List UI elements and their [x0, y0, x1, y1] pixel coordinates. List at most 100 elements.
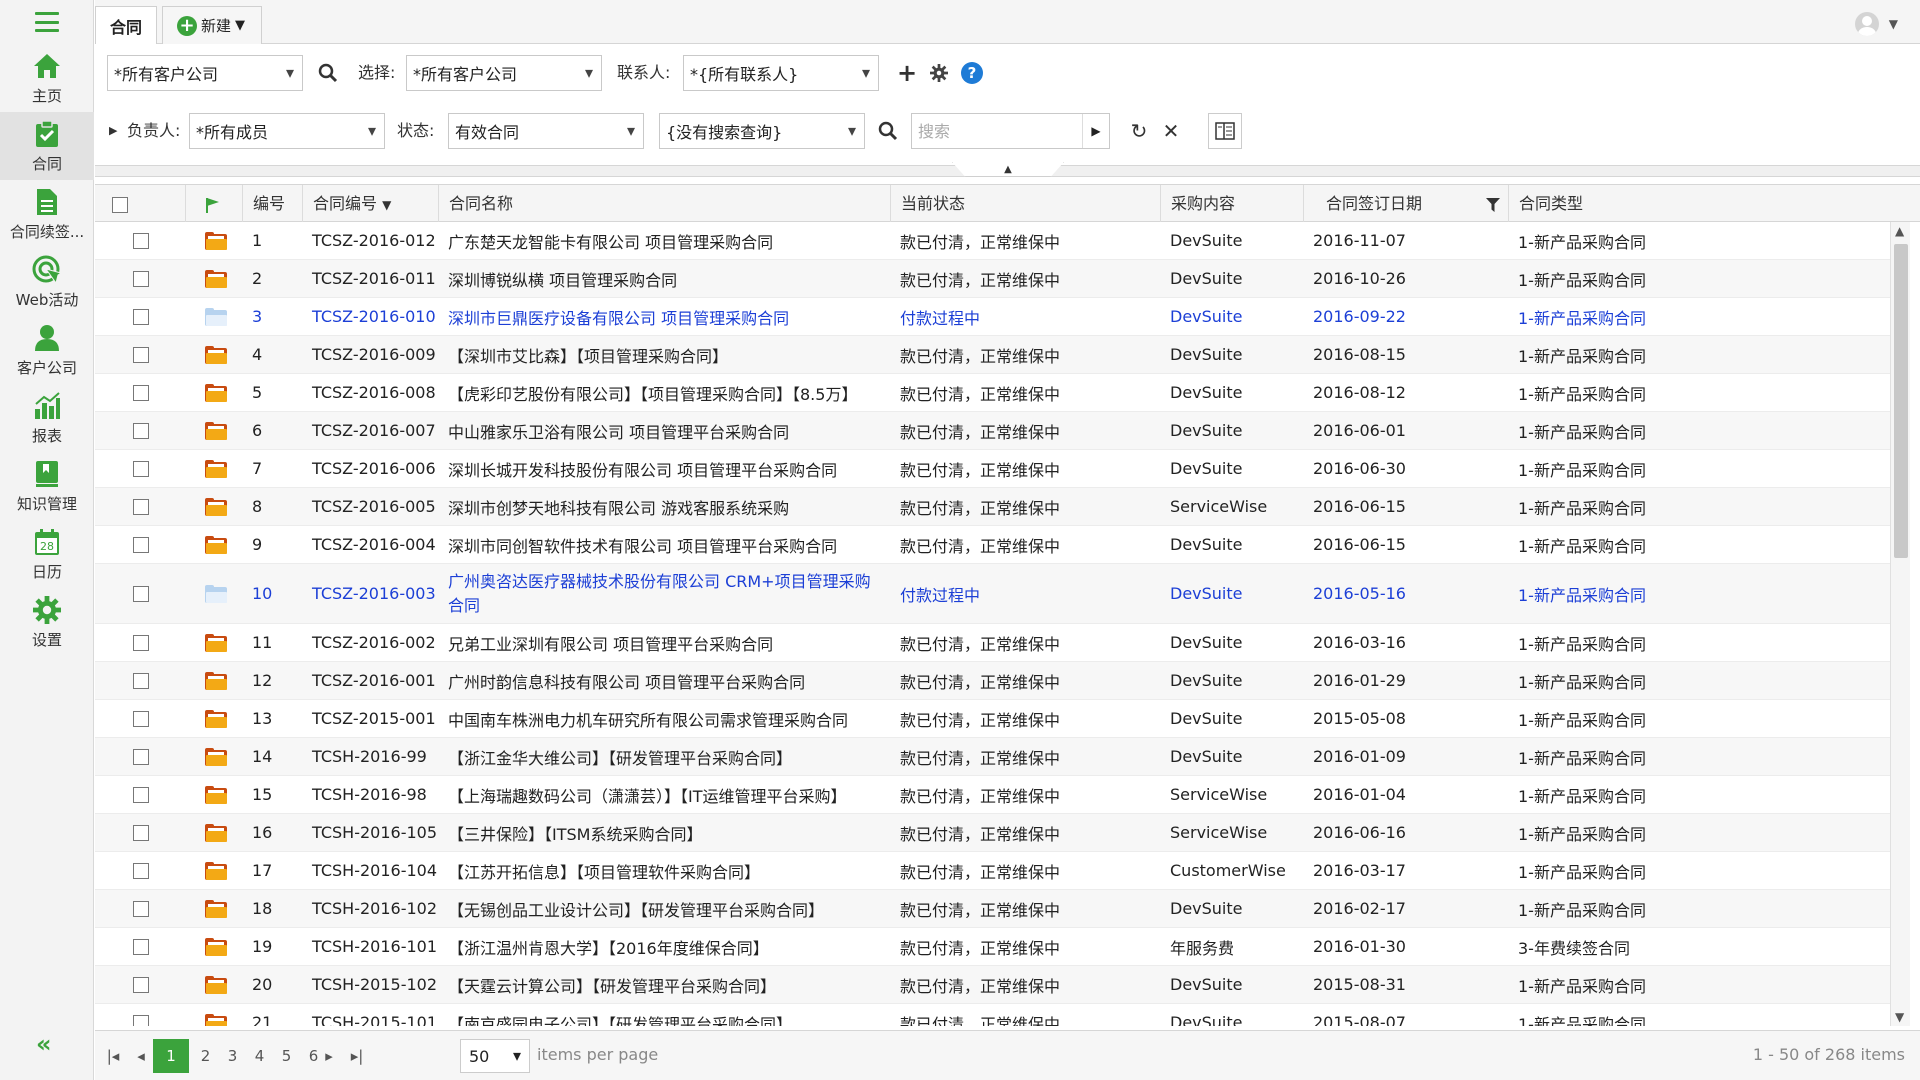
cell-name[interactable]: 【三井保险】【ITSM系统采购合同】: [438, 814, 890, 851]
folder-icon[interactable]: [205, 975, 227, 994]
collapse-filters-handle[interactable]: ▲: [952, 162, 1064, 177]
clear-icon[interactable]: ✕: [1156, 113, 1186, 149]
cell-name[interactable]: 深圳市创梦天地科技有限公司 游戏客服系统采购: [438, 488, 890, 525]
cell-name[interactable]: 深圳市同创智软件技术有限公司 项目管理平台采购合同: [438, 526, 890, 563]
folder-icon[interactable]: [205, 937, 227, 956]
add-icon[interactable]: +: [892, 55, 922, 91]
cell-code[interactable]: TCSZ-2016-010: [302, 298, 438, 335]
cell-name[interactable]: 【上海瑞趣数码公司（潇潇芸）】【IT运维管理平台采购】: [438, 776, 890, 813]
cell-name[interactable]: 【天霆云计算公司】【研发管理平台采购合同】: [438, 966, 890, 1003]
scroll-down-icon[interactable]: ▼: [1895, 1010, 1904, 1024]
page-button[interactable]: 4: [246, 1039, 273, 1073]
cell-code[interactable]: TCSZ-2016-006: [302, 450, 438, 487]
scrollbar-thumb[interactable]: [1894, 244, 1908, 558]
row-checkbox[interactable]: [133, 585, 149, 602]
folder-icon[interactable]: [205, 584, 227, 603]
table-row[interactable]: 11 TCSZ-2016-002 兄弟工业深圳有限公司 项目管理平台采购合同 款已付清…: [95, 624, 1890, 662]
row-checkbox[interactable]: [133, 900, 149, 917]
cell-code[interactable]: TCSZ-2016-011: [302, 260, 438, 297]
vertical-scrollbar[interactable]: ▲ ▼: [1890, 222, 1910, 1026]
cell-name[interactable]: 【浙江温州肯恩大学】【2016年度维保合同】: [438, 928, 890, 965]
folder-icon[interactable]: [205, 345, 227, 364]
row-checkbox[interactable]: [133, 824, 149, 841]
table-row[interactable]: 9 TCSZ-2016-004 深圳市同创智软件技术有限公司 项目管理平台采购合同款…: [95, 526, 1890, 564]
cell-code[interactable]: TCSZ-2016-005: [302, 488, 438, 525]
cell-code[interactable]: TCSH-2016-101: [302, 928, 438, 965]
row-checkbox[interactable]: [133, 536, 149, 553]
cell-name[interactable]: 【江苏开拓信息】【项目管理软件采购合同】: [438, 852, 890, 889]
column-date[interactable]: 合同签订日期: [1303, 185, 1508, 222]
play-icon[interactable]: ▶: [1082, 114, 1109, 148]
status-select[interactable]: 有效合同: [448, 113, 644, 149]
cell-name[interactable]: 【浙江金华大维公司】【研发管理平台采购合同】: [438, 738, 890, 775]
folder-icon[interactable]: [205, 459, 227, 478]
folder-icon[interactable]: [205, 1013, 227, 1026]
row-checkbox[interactable]: [133, 862, 149, 879]
cell-name[interactable]: 兄弟工业深圳有限公司 项目管理平台采购合同: [438, 624, 890, 661]
cell-code[interactable]: TCSZ-2016-008: [302, 374, 438, 411]
table-row[interactable]: 3 TCSZ-2016-010 深圳市巨鼎医疗设备有限公司 项目管理采购合同 付款过程…: [95, 298, 1890, 336]
row-checkbox[interactable]: [133, 938, 149, 955]
folder-icon[interactable]: [205, 709, 227, 728]
select-dropdown[interactable]: *所有客户公司: [406, 55, 602, 91]
table-row[interactable]: 5 TCSZ-2016-008 【虎彩印艺股份有限公司】【项目管理采购合同】【8.5…: [95, 374, 1890, 412]
cell-name[interactable]: 深圳博锐纵横 项目管理采购合同: [438, 260, 890, 297]
folder-icon[interactable]: [205, 785, 227, 804]
sidebar-item-2[interactable]: 合同续签...: [0, 180, 94, 248]
row-checkbox[interactable]: [133, 976, 149, 993]
table-row[interactable]: 1 TCSZ-2016-012 广东楚天龙智能卡有限公司 项目管理采购合同 款已付清，…: [95, 222, 1890, 260]
table-row[interactable]: 20 TCSH-2015-102 【天霆云计算公司】【研发管理平台采购合同】 款已付清…: [95, 966, 1890, 1004]
row-checkbox[interactable]: [133, 1014, 149, 1026]
column-code[interactable]: 合同编号 ▼: [302, 185, 438, 222]
cell-name[interactable]: 【南京盛园电子公司】【研发管理平台采购合同】: [438, 1004, 890, 1027]
folder-icon[interactable]: [205, 671, 227, 690]
cell-name[interactable]: 【无锡创品工业设计公司】【研发管理平台采购合同】: [438, 890, 890, 927]
table-row[interactable]: 21 TCSH-2015-101 【南京盛园电子公司】【研发管理平台采购合同】 款已付…: [95, 1004, 1890, 1026]
page-button[interactable]: 1: [153, 1039, 189, 1073]
folder-icon[interactable]: [205, 497, 227, 516]
cell-code[interactable]: TCSH-2016-98: [302, 776, 438, 813]
sidebar-item-3[interactable]: Web活动: [0, 248, 94, 316]
last-page-button[interactable]: ▸|: [341, 1039, 373, 1073]
page-button[interactable]: 2: [192, 1039, 219, 1073]
search-icon[interactable]: [313, 55, 343, 91]
scroll-up-icon[interactable]: ▲: [1895, 224, 1904, 238]
row-checkbox[interactable]: [133, 384, 149, 401]
cell-code[interactable]: TCSZ-2016-012: [302, 222, 438, 259]
search-input[interactable]: [912, 114, 1082, 148]
cell-name[interactable]: 【深圳市艾比森】【项目管理采购合同】: [438, 336, 890, 373]
folder-icon[interactable]: [205, 307, 227, 326]
cell-code[interactable]: TCSH-2016-99: [302, 738, 438, 775]
select-all-checkbox-cell[interactable]: [95, 185, 185, 222]
cell-name[interactable]: 中山雅家乐卫浴有限公司 项目管理平台采购合同: [438, 412, 890, 449]
cell-code[interactable]: TCSZ-2016-003: [302, 564, 438, 623]
sidebar-item-0[interactable]: 主页: [0, 44, 94, 112]
table-row[interactable]: 12 TCSZ-2016-001 广州时韵信息科技有限公司 项目管理平台采购合同 款已…: [95, 662, 1890, 700]
cell-code[interactable]: TCSZ-2016-009: [302, 336, 438, 373]
cell-code[interactable]: TCSZ-2016-004: [302, 526, 438, 563]
company-select[interactable]: *所有客户公司: [107, 55, 303, 91]
cell-code[interactable]: TCSH-2015-102: [302, 966, 438, 1003]
contact-select[interactable]: *{所有联系人}: [683, 55, 879, 91]
table-row[interactable]: 10 TCSZ-2016-003 广州奥咨达医疗器械技术股份有限公司 CRM+项目管…: [95, 564, 1890, 624]
flag-column-header[interactable]: [185, 185, 242, 222]
row-checkbox[interactable]: [133, 460, 149, 477]
expand-triangle-icon[interactable]: ▶: [109, 113, 117, 149]
row-checkbox[interactable]: [133, 270, 149, 287]
table-row[interactable]: 8 TCSZ-2016-005 深圳市创梦天地科技有限公司 游戏客服系统采购 款已付清…: [95, 488, 1890, 526]
user-menu[interactable]: ▼: [1854, 12, 1898, 36]
folder-icon[interactable]: [205, 823, 227, 842]
cell-code[interactable]: TCSZ-2016-001: [302, 662, 438, 699]
search-icon[interactable]: [873, 113, 903, 149]
table-row[interactable]: 17 TCSH-2016-104 【江苏开拓信息】【项目管理软件采购合同】 款已付清，…: [95, 852, 1890, 890]
cell-code[interactable]: TCSH-2015-101: [302, 1004, 438, 1026]
cell-code[interactable]: TCSH-2016-104: [302, 852, 438, 889]
row-checkbox[interactable]: [133, 308, 149, 325]
sidebar-item-4[interactable]: 客户公司: [0, 316, 94, 384]
select-all-checkbox[interactable]: [112, 196, 128, 213]
table-row[interactable]: 16 TCSH-2016-105 【三井保险】【ITSM系统采购合同】 款已付清，正常…: [95, 814, 1890, 852]
table-row[interactable]: 4 TCSZ-2016-009 【深圳市艾比森】【项目管理采购合同】 款已付清，正常维…: [95, 336, 1890, 374]
folder-icon[interactable]: [205, 747, 227, 766]
cell-name[interactable]: 【虎彩印艺股份有限公司】【项目管理采购合同】【8.5万】: [438, 374, 890, 411]
table-row[interactable]: 19 TCSH-2016-101 【浙江温州肯恩大学】【2016年度维保合同】 款已付…: [95, 928, 1890, 966]
